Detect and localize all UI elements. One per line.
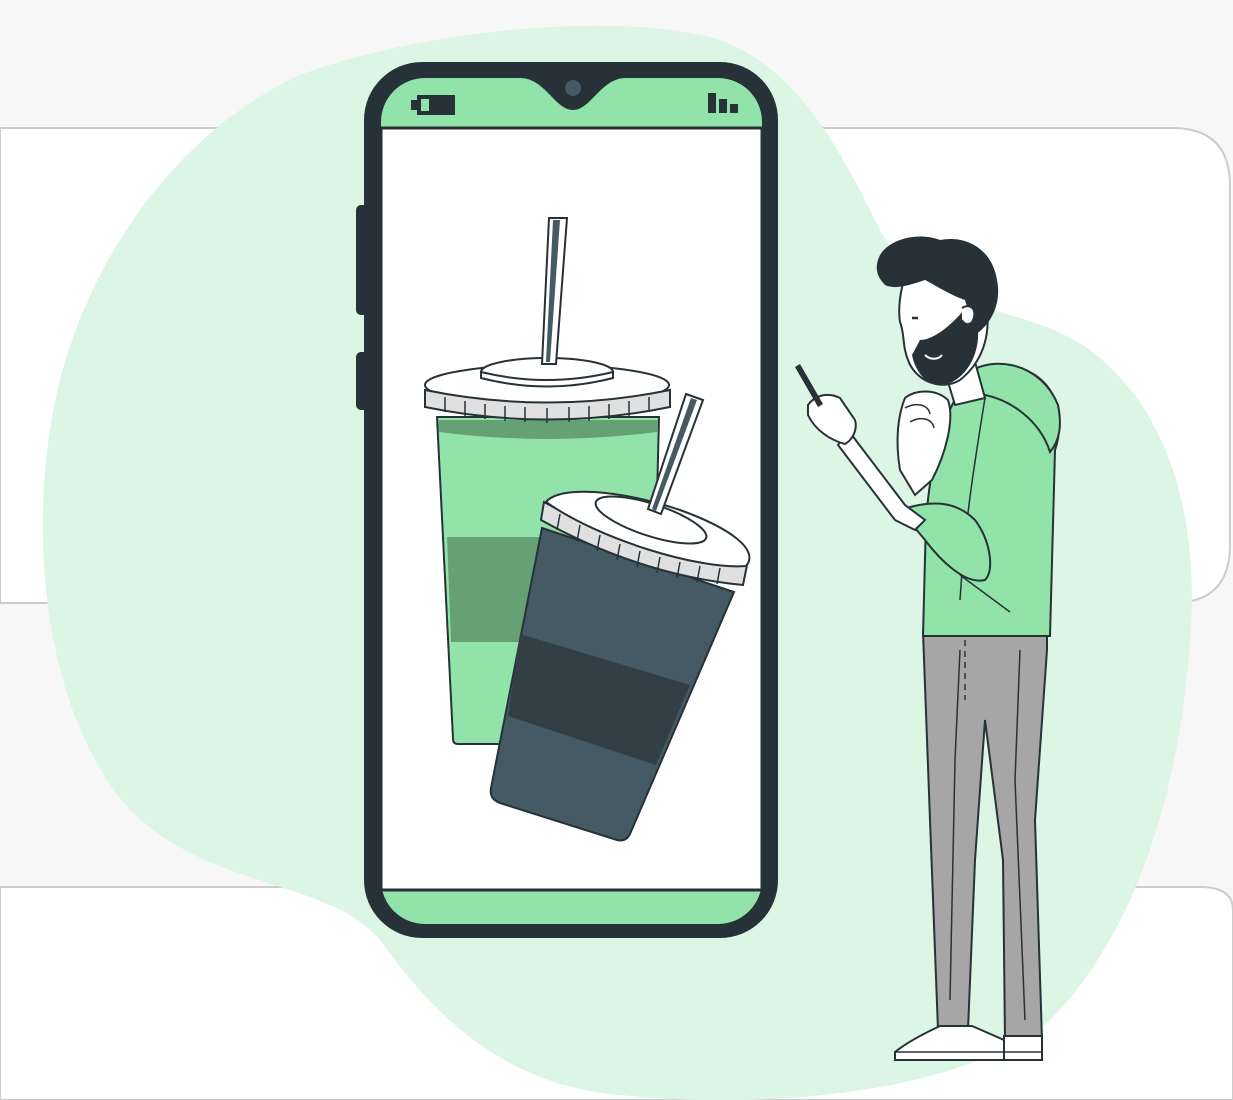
battery-icon bbox=[411, 95, 455, 115]
illustration-stage bbox=[0, 0, 1233, 1100]
front-camera-icon bbox=[565, 80, 581, 96]
screen-dot bbox=[764, 686, 772, 689]
man-looking-at-drinks-on-phone-illustration bbox=[0, 0, 1233, 1100]
man-ear bbox=[961, 305, 976, 326]
right-shoe-icon bbox=[1003, 1035, 1043, 1061]
